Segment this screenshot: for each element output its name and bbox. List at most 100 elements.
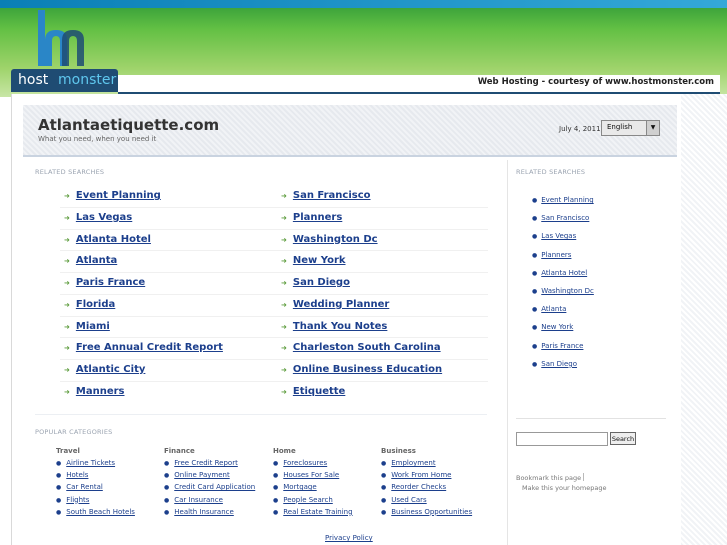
related-search-label: Online Business Education (292, 364, 443, 375)
bullet-icon: ● (273, 460, 279, 467)
sidebar-related-label: Paris France (541, 341, 584, 350)
category-link[interactable]: ● Car Insurance (164, 496, 223, 504)
bookmark-separator: | (582, 472, 585, 481)
language-select[interactable]: English ▼ (601, 120, 660, 136)
privacy-policy-link[interactable]: Privacy Policy (325, 534, 373, 542)
category-title: Travel (56, 447, 80, 455)
bullet-icon: ● (532, 197, 538, 204)
category-link-label: Foreclosures (283, 459, 328, 467)
related-search-label: San Francisco (292, 190, 371, 201)
category-link[interactable]: ● Business Opportunities (381, 508, 472, 516)
hostmonster-logo[interactable]: host monster (11, 69, 118, 92)
category-link[interactable]: ● Health Insurance (164, 508, 234, 516)
bullet-icon: ● (56, 508, 62, 516)
related-search-link[interactable]: ➜ Online Business Education (281, 364, 442, 386)
category-link-label: Real Estate Training (283, 507, 353, 516)
bookmark-link[interactable]: Bookmark this page (516, 474, 581, 482)
category-link-label: Health Insurance (174, 507, 234, 516)
sidebar-related-link[interactable]: ● Atlanta (532, 305, 566, 313)
category-link[interactable]: ● Airline Tickets (56, 459, 115, 467)
category-link-label: Houses For Sale (283, 471, 340, 480)
sidebar-related-link[interactable]: ● Las Vegas (532, 232, 576, 240)
arrow-right-icon: ➜ (281, 213, 287, 222)
bullet-icon: ● (381, 460, 387, 467)
related-searches-label: RELATED SEARCHES (35, 168, 105, 176)
category-link[interactable]: ● Houses For Sale (273, 471, 339, 479)
courtesy-text[interactable]: Web Hosting - courtesy of www.hostmonste… (478, 77, 714, 87)
arrow-right-icon: ➜ (281, 322, 287, 331)
category-link-label: Car Rental (66, 483, 103, 492)
sidebar-related-link[interactable]: ● New York (532, 323, 573, 331)
category-link-label: Free Credit Report (174, 459, 238, 467)
related-search-link[interactable]: ➜ New York (281, 255, 346, 277)
search-button[interactable]: Search (610, 432, 636, 445)
sidebar-related-link[interactable]: ● Planners (532, 251, 571, 259)
related-search-label: Paris France (75, 277, 146, 288)
category-link-label: Employment (391, 459, 436, 467)
category-link[interactable]: ● Credit Card Application (164, 483, 255, 491)
sidebar-related-link[interactable]: ● San Diego (532, 360, 577, 368)
category-link-label: Reorder Checks (391, 483, 447, 492)
sidebar-divider (516, 418, 666, 419)
homepage-link[interactable]: Make this your homepage (522, 484, 606, 492)
category-link[interactable]: ● South Beach Hotels (56, 508, 135, 516)
category-link[interactable]: ● Foreclosures (273, 459, 327, 467)
arrow-right-icon: ➜ (64, 192, 70, 200)
sidebar-related-link[interactable]: ● Atlanta Hotel (532, 269, 587, 277)
category-link[interactable]: ● Real Estate Training (273, 508, 353, 516)
related-search-link[interactable]: ➜ Las Vegas (64, 212, 132, 234)
related-search-link[interactable]: ➜ San Diego (281, 277, 350, 299)
search-input[interactable] (516, 432, 608, 446)
related-search-label: Atlanta Hotel (75, 233, 151, 245)
category-link[interactable]: ● People Search (273, 496, 333, 504)
related-search-link[interactable]: ➜ Atlantic City (64, 364, 145, 386)
related-search-link[interactable]: ➜ Washington Dc (281, 234, 378, 256)
sidebar-related-link[interactable]: ● San Francisco (532, 214, 589, 222)
category-link[interactable]: ● Used Cars (381, 496, 427, 504)
category-link[interactable]: ● Work From Home (381, 471, 451, 479)
bullet-icon: ● (56, 484, 62, 492)
related-search-link[interactable]: ➜ Wedding Planner (281, 299, 389, 321)
arrow-right-icon: ➜ (281, 235, 287, 244)
sidebar-related-link[interactable]: ● Washington Dc (532, 287, 594, 295)
category-link[interactable]: ● Online Payment (164, 471, 230, 479)
related-search-link[interactable]: ➜ Planners (281, 212, 342, 234)
related-search-link[interactable]: ➜ San Francisco (281, 190, 371, 212)
row-separator (60, 228, 488, 230)
sidebar-related-link[interactable]: ● Paris France (532, 342, 583, 350)
bullet-icon: ● (56, 472, 62, 480)
bullet-icon: ● (273, 496, 279, 504)
related-search-link[interactable]: ➜ Event Planning (64, 190, 161, 212)
category-link[interactable]: ● Car Rental (56, 483, 103, 491)
category-link[interactable]: ● Reorder Checks (381, 483, 446, 491)
sidebar-related-link[interactable]: ● Event Planning (532, 196, 594, 204)
category-link[interactable]: ● Mortgage (273, 483, 317, 491)
sidebar-related-label: Event Planning (541, 196, 594, 204)
tagline: What you need, when you need it (38, 135, 157, 143)
related-search-link[interactable]: ➜ Etiquette (281, 386, 345, 408)
related-search-link[interactable]: ➜ Paris France (64, 277, 145, 299)
row-separator (60, 293, 488, 295)
row-separator (60, 380, 488, 382)
related-search-link[interactable]: ➜ Florida (64, 299, 115, 321)
related-search-link[interactable]: ➜ Atlanta (64, 255, 117, 277)
bullet-icon: ● (381, 508, 387, 516)
sidebar-related-label: New York (541, 323, 574, 332)
related-search-link[interactable]: ➜ Manners (64, 386, 124, 408)
bullet-icon: ● (532, 342, 538, 350)
sidebar-related-label: Atlanta (541, 305, 567, 314)
row-separator (60, 337, 488, 339)
related-search-link[interactable]: ➜ Thank You Notes (281, 321, 387, 343)
related-search-link[interactable]: ➜ Charleston South Carolina (281, 342, 441, 364)
category-link[interactable]: ● Hotels (56, 471, 88, 479)
row-separator (60, 315, 488, 317)
category-link[interactable]: ● Employment (381, 459, 436, 467)
category-link[interactable]: ● Flights (56, 496, 89, 504)
category-link[interactable]: ● Free Credit Report (164, 459, 238, 467)
related-search-link[interactable]: ➜ Atlanta Hotel (64, 234, 151, 256)
category-link-label: South Beach Hotels (66, 507, 135, 516)
related-search-link[interactable]: ➜ Miami (64, 321, 110, 343)
sidebar-related-label: RELATED SEARCHES (516, 168, 586, 176)
category-link-label: Flights (66, 495, 90, 504)
related-search-link[interactable]: ➜ Free Annual Credit Report (64, 342, 223, 364)
